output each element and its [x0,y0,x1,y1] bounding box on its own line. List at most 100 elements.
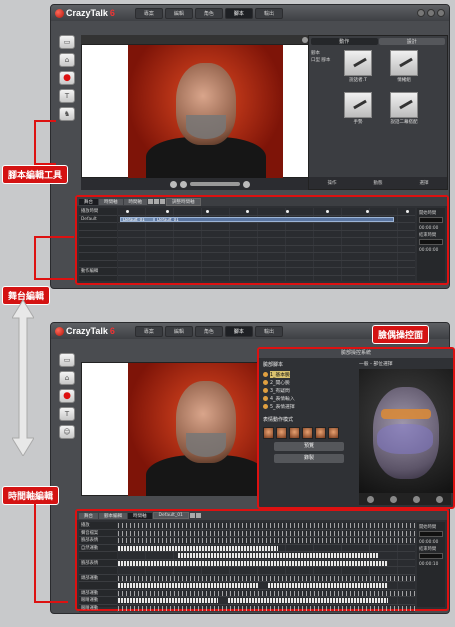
menu-tab-edit[interactable]: 編輯 [164,7,193,19]
tab-script-edit[interactable]: 腳本編輯 [99,512,127,519]
add-icon[interactable] [195,513,201,518]
tree-item-lipsync[interactable]: 口型 腳本 [311,57,335,64]
expression-thumb[interactable] [328,427,339,439]
track-label [79,552,117,560]
track-label: 頭部運動 [79,590,117,597]
list-item[interactable]: 2_開心臉 [263,378,355,386]
menu-tab-actor[interactable]: 角色 [194,7,223,19]
timeline-clip[interactable]: Default_01 [120,216,154,222]
tree-item-script[interactable]: 腳本 [311,50,335,57]
text-to-speech-button[interactable]: T [59,89,75,103]
tab-actions[interactable]: 動作 [311,38,378,45]
menu-tab-project[interactable]: 專案 [134,325,163,337]
record-puppet-button[interactable]: 錄製 [274,454,344,463]
footer-operate[interactable]: 操作 [328,180,337,186]
record-button[interactable]: ● [59,389,75,403]
list-item[interactable]: 4_表情輸入 [263,394,355,402]
stop-icon[interactable] [180,180,187,188]
tab-design[interactable]: 設計 [378,38,445,45]
face-zone-cheek[interactable] [377,424,433,454]
thumb-item[interactable]: 說話二幕搭配 [383,92,425,130]
timeline-clip[interactable]: Default_01 [154,216,394,222]
eye-icon[interactable] [390,495,397,503]
rotate-icon[interactable] [436,495,443,503]
close-icon[interactable] [437,9,445,17]
menu-tab-output[interactable]: 輸出 [254,325,283,337]
time-info-panel: 開始時間 00:00:00 結束時間 00:00:10 [417,522,445,607]
minimize-icon[interactable] [427,9,435,17]
tab-timeline[interactable]: 時間軸 [99,198,123,205]
help-icon[interactable] [417,9,425,17]
start-time-field[interactable] [419,531,443,537]
track-select[interactable]: Default_01 [152,512,189,519]
add-icon[interactable] [154,199,159,204]
expression-thumb[interactable] [276,427,287,439]
menu-tab-actor[interactable]: 角色 [194,325,223,337]
expression-thumb[interactable] [315,427,326,439]
track-label: 動作編輯 [79,268,117,276]
logo-icon [55,326,64,336]
start-time-field[interactable] [419,217,443,223]
expression-thumb[interactable] [263,427,274,439]
tab-timeline[interactable]: 時間軸 [128,512,152,519]
playback-slider[interactable] [190,182,240,186]
face-zone-brow[interactable] [381,409,431,419]
end-time-label: 結束時間 [419,547,437,552]
track-label: 播放時間 [79,208,117,216]
play-icon[interactable] [170,180,177,188]
expression-thumb[interactable] [302,427,313,439]
track-grid[interactable]: Default_01 Default_01 [118,208,415,281]
start-time-value: 00:00:00 [419,226,439,231]
list-item[interactable]: 3_有疑問 [263,386,355,394]
keyframe-icon[interactable] [189,513,195,518]
track-label [79,223,117,231]
list-item[interactable]: 1_基本臉 [263,370,355,378]
thumb-item[interactable]: 說話者.T [337,50,379,88]
adjust-timeline-button[interactable]: 調整時間軸 [166,197,201,206]
menu-tab-output[interactable]: 輸出 [254,7,283,19]
tab-stage[interactable]: 舞台 [79,512,98,519]
new-script-button[interactable]: ▭ [59,353,75,367]
window-controls [417,9,445,17]
track-grid[interactable] [118,522,415,612]
loop-icon[interactable] [243,180,250,188]
reset-icon[interactable] [367,495,374,503]
tab-timeline-2[interactable]: 時間軸 [123,198,147,205]
end-time-value: 00:00:10 [419,562,439,567]
library-tabs: 動作 設計 [309,36,447,47]
library-panel: 動作 設計 腳本 口型 腳本 說話者.T 情緒組 手勢 說話二幕搭配 操作 動態… [308,35,448,190]
text-to-speech-button[interactable]: T [59,407,75,421]
new-script-button[interactable]: ▭ [59,35,75,49]
open-script-button[interactable]: ⌂ [59,371,75,385]
move-icon[interactable] [413,495,420,503]
track-label [79,253,117,261]
track-row: Default_01 Default_01 [118,216,415,223]
script-thumb-icon [390,50,418,76]
thumb-item[interactable]: 情緒組 [383,50,425,88]
logo-icon [55,8,64,18]
puppet-button[interactable]: ♞ [59,107,75,121]
menu-tab-project[interactable]: 專案 [134,7,163,19]
thumb-item[interactable]: 手勢 [337,92,379,130]
track-label: Default [79,216,117,223]
delete-icon[interactable] [160,199,165,204]
preview-viewport[interactable] [81,44,339,178]
keyframe-icon[interactable] [148,199,153,204]
end-time-field[interactable] [419,553,443,559]
preview-button[interactable]: 預覽 [274,442,344,451]
footer-motion[interactable]: 動態 [374,180,383,186]
menu-tab-script[interactable]: 腳本 [224,325,253,337]
record-button[interactable]: ● [59,71,75,85]
time-info-panel: 開始時間 00:00:00 結束時間 00:00:00 [417,208,445,281]
library-tree: 腳本 口型 腳本 [311,50,335,64]
menu-tab-edit[interactable]: 編輯 [164,325,193,337]
face-model-view[interactable] [359,369,453,493]
list-item[interactable]: 5_表情選擇 [263,402,355,410]
end-time-field[interactable] [419,239,443,245]
menu-tab-script[interactable]: 腳本 [224,7,253,19]
open-script-button[interactable]: ⌂ [59,53,75,67]
tab-stage[interactable]: 舞台 [79,198,98,205]
puppet-button[interactable]: ☺ [59,425,75,439]
expression-thumb[interactable] [289,427,300,439]
footer-select[interactable]: 選擇 [420,180,429,186]
